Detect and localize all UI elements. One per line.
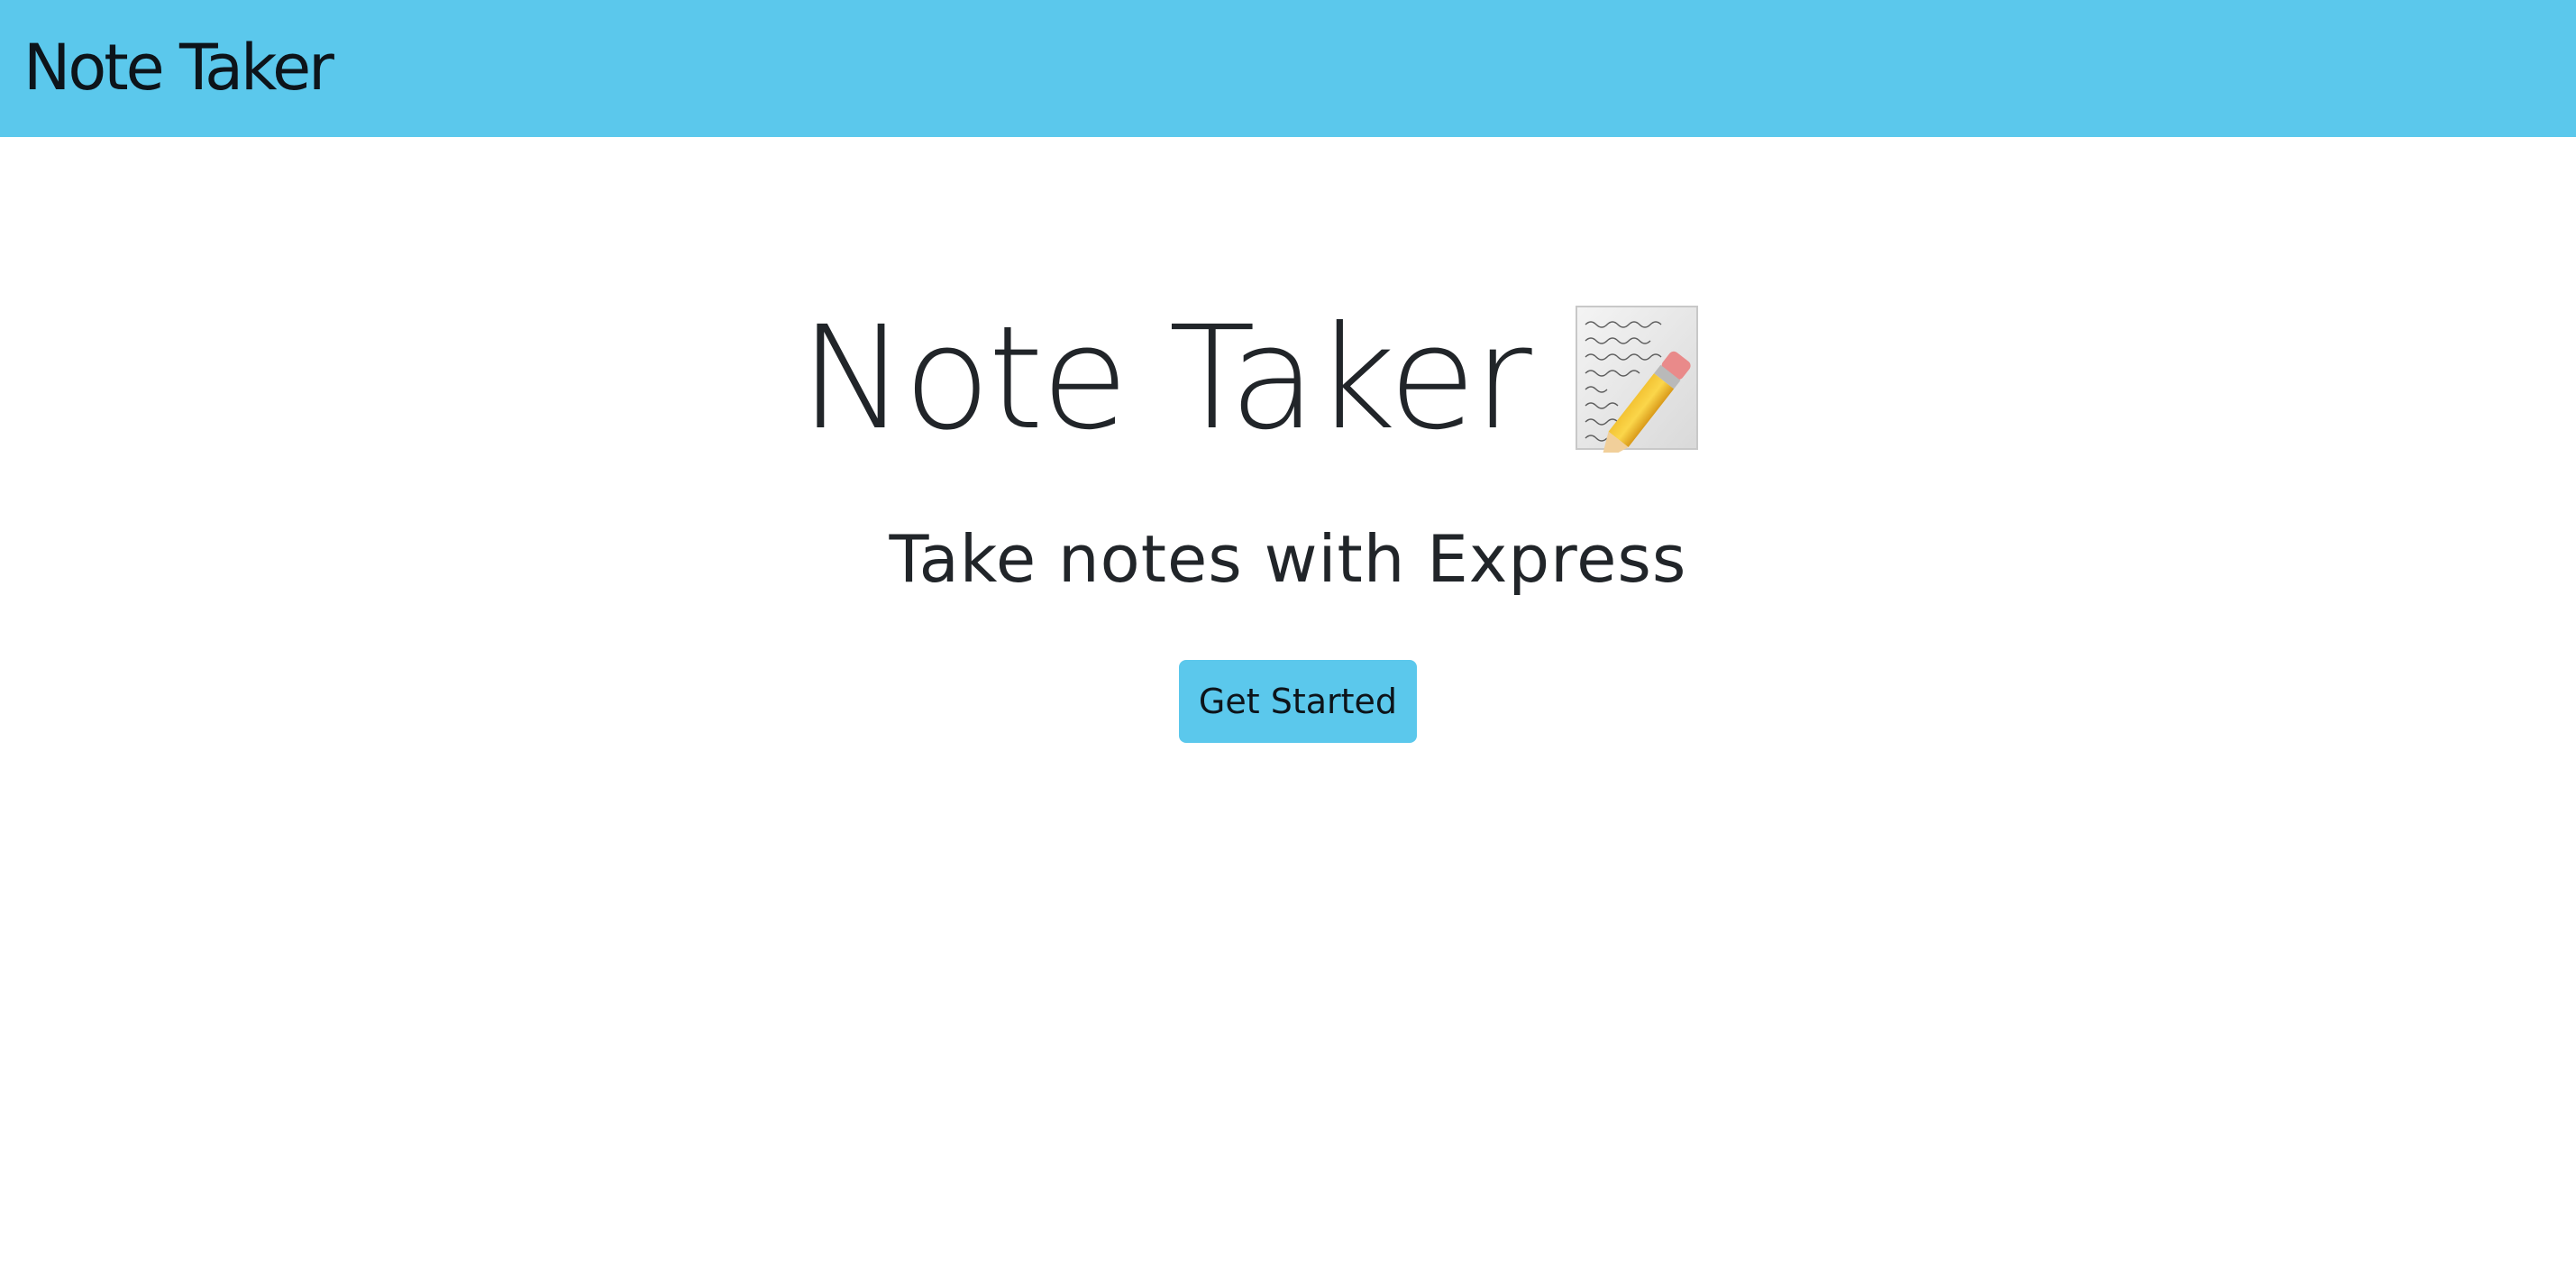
navbar: Note Taker [0, 0, 2576, 137]
hero-subtitle: Take notes with Express [889, 521, 1687, 597]
hero-title: Note Taker [799, 296, 1531, 462]
get-started-button[interactable]: Get Started [1179, 660, 1417, 743]
hero-title-row: Note Taker [0, 296, 2576, 462]
navbar-brand[interactable]: Note Taker [23, 27, 334, 108]
memo-icon [1575, 305, 1708, 462]
